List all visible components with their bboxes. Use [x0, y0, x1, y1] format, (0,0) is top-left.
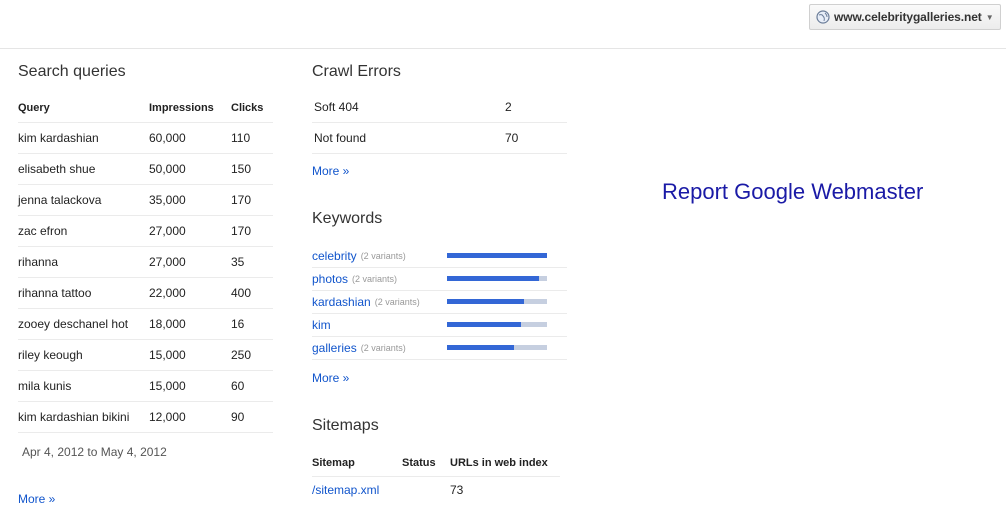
- crawl-errors-more-link[interactable]: More »: [312, 164, 349, 178]
- crawl-errors-title: Crawl Errors: [312, 63, 401, 80]
- search-queries-more-link[interactable]: More »: [18, 492, 55, 506]
- impressions-cell: 27,000: [149, 246, 231, 278]
- date-range: Apr 4, 2012 to May 4, 2012: [22, 445, 167, 459]
- error-count-cell: 70: [502, 122, 567, 154]
- table-row: kim kardashian bikini 12,000 90: [18, 401, 273, 433]
- keyword-link[interactable]: galleries: [312, 341, 357, 355]
- keywords-list: celebrity (2 variants) photos (2 variants) k…: [312, 245, 567, 360]
- report-title: Report Google Webmaster: [662, 179, 924, 204]
- keyword-significance-fill: [447, 276, 539, 281]
- crawl-errors-table: Soft 404 2 Not found 70: [312, 92, 567, 154]
- clicks-cell: 16: [231, 308, 273, 340]
- table-row: rihanna tattoo 22,000 400: [18, 277, 273, 309]
- keyword-link[interactable]: celebrity: [312, 249, 357, 263]
- clicks-cell: 170: [231, 215, 273, 247]
- impressions-cell: 15,000: [149, 339, 231, 371]
- query-cell: elisabeth shue: [18, 153, 149, 185]
- query-cell: rihanna: [18, 246, 149, 278]
- query-cell: jenna talackova: [18, 184, 149, 216]
- impressions-cell: 18,000: [149, 308, 231, 340]
- clicks-cell: 170: [231, 184, 273, 216]
- query-cell: zac efron: [18, 215, 149, 247]
- clicks-cell: 400: [231, 277, 273, 309]
- clicks-cell: 150: [231, 153, 273, 185]
- impressions-cell: 50,000: [149, 153, 231, 185]
- column-header: Clicks: [231, 102, 264, 114]
- top-bar: www.celebritygalleries.net ▼: [0, 0, 1006, 49]
- table-row: jenna talackova 35,000 170: [18, 184, 273, 216]
- globe-icon: [816, 10, 830, 24]
- clicks-cell: 35: [231, 246, 273, 278]
- keyword-significance-fill: [447, 345, 514, 350]
- sitemaps-table: Sitemap Status URLs in web index /sitema…: [312, 450, 560, 503]
- keyword-variants: (2 variants): [352, 274, 398, 284]
- keyword-significance-fill: [447, 299, 524, 304]
- keyword-significance-bar: [447, 253, 547, 258]
- error-type-cell: Soft 404: [312, 92, 503, 123]
- keyword-row: kardashian (2 variants): [312, 291, 567, 314]
- keyword-link[interactable]: photos: [312, 272, 348, 286]
- query-cell: zooey deschanel hot: [18, 308, 149, 340]
- query-cell: riley keough: [18, 339, 149, 371]
- column-header: Impressions: [149, 102, 214, 114]
- clicks-cell: 110: [231, 122, 273, 154]
- keyword-significance-fill: [447, 253, 547, 258]
- table-row: elisabeth shue 50,000 150: [18, 153, 273, 185]
- search-queries-title: Search queries: [18, 63, 126, 80]
- table-row: zooey deschanel hot 18,000 16: [18, 308, 273, 340]
- chevron-down-icon: ▼: [985, 12, 994, 22]
- keyword-row: celebrity (2 variants): [312, 245, 567, 268]
- query-cell: kim kardashian: [18, 122, 149, 154]
- site-selector-button[interactable]: www.celebritygalleries.net ▼: [809, 4, 1001, 30]
- column-header: Status: [402, 457, 436, 469]
- site-name: www.celebritygalleries.net: [834, 10, 982, 24]
- keyword-row: galleries (2 variants): [312, 337, 567, 360]
- keyword-link[interactable]: kardashian: [312, 295, 371, 309]
- clicks-cell: 90: [231, 401, 273, 433]
- column-header: Sitemap: [312, 457, 355, 469]
- column-header: Query: [18, 102, 50, 114]
- column-header: URLs in web index: [450, 457, 548, 469]
- keyword-variants: (2 variants): [360, 251, 406, 261]
- keyword-variants: (2 variants): [374, 297, 420, 307]
- query-cell: kim kardashian bikini: [18, 401, 149, 433]
- table-row: Soft 404 2: [312, 92, 567, 123]
- status-cell: [402, 476, 450, 503]
- keyword-link[interactable]: kim: [312, 318, 331, 332]
- table-row: zac efron 27,000 170: [18, 215, 273, 247]
- table-row: mila kunis 15,000 60: [18, 370, 273, 402]
- table-row: /sitemap.xml 73: [312, 476, 560, 503]
- impressions-cell: 60,000: [149, 122, 231, 154]
- error-type-cell: Not found: [312, 122, 503, 154]
- indexed-urls-cell: 73: [450, 476, 560, 503]
- table-row: riley keough 15,000 250: [18, 339, 273, 371]
- query-cell: mila kunis: [18, 370, 149, 402]
- sitemap-link[interactable]: /sitemap.xml: [312, 483, 379, 497]
- keywords-title: Keywords: [312, 210, 383, 227]
- keyword-significance-bar: [447, 276, 547, 281]
- keyword-row: photos (2 variants): [312, 268, 567, 291]
- keyword-significance-bar: [447, 345, 547, 350]
- clicks-cell: 60: [231, 370, 273, 402]
- clicks-cell: 250: [231, 339, 273, 371]
- impressions-cell: 22,000: [149, 277, 231, 309]
- keyword-row: kim: [312, 314, 567, 337]
- keyword-variants: (2 variants): [360, 343, 406, 353]
- table-row: kim kardashian 60,000 110: [18, 122, 273, 154]
- impressions-cell: 15,000: [149, 370, 231, 402]
- search-queries-table: Query Impressions Clicks kim kardashian 6…: [18, 94, 273, 433]
- table-row: Not found 70: [312, 122, 567, 154]
- table-row: rihanna 27,000 35: [18, 246, 273, 278]
- impressions-cell: 35,000: [149, 184, 231, 216]
- keyword-significance-bar: [447, 322, 547, 327]
- impressions-cell: 27,000: [149, 215, 231, 247]
- query-cell: rihanna tattoo: [18, 277, 149, 309]
- impressions-cell: 12,000: [149, 401, 231, 433]
- keyword-significance-fill: [447, 322, 521, 327]
- error-count-cell: 2: [502, 92, 567, 123]
- keyword-significance-bar: [447, 299, 547, 304]
- sitemap-cell: /sitemap.xml: [312, 476, 402, 503]
- sitemaps-title: Sitemaps: [312, 417, 379, 434]
- keywords-more-link[interactable]: More »: [312, 371, 349, 385]
